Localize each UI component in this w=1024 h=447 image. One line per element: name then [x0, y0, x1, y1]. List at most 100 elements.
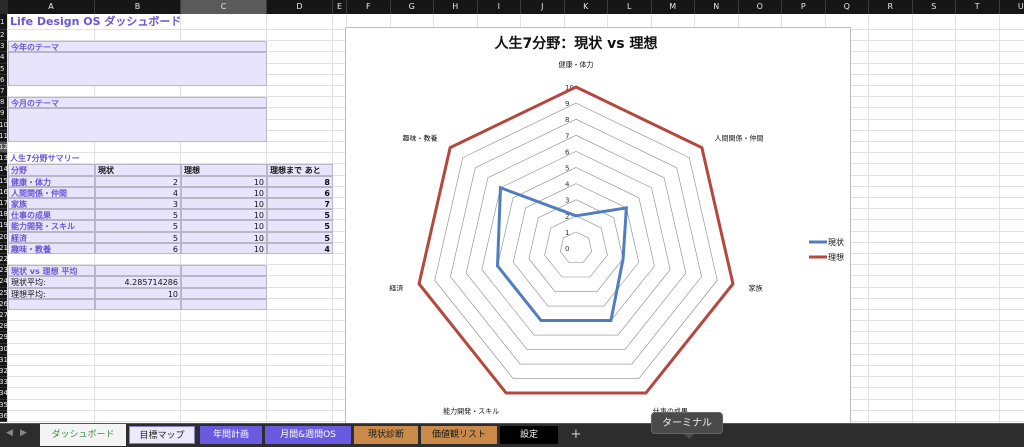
summary-ideal[interactable]: 10	[181, 175, 267, 187]
column-header-k[interactable]: K	[564, 0, 608, 14]
column-header-l[interactable]: L	[608, 0, 652, 14]
summary-heading: 人生7分野サマリー	[10, 154, 80, 164]
year-theme-input[interactable]	[8, 52, 267, 86]
month-theme-label: 今月のテーマ	[8, 97, 267, 109]
column-header-b[interactable]: B	[95, 0, 181, 14]
current-average-label: 現状平均:	[8, 276, 95, 288]
tick-label: 3	[565, 197, 569, 205]
column-header-i[interactable]: I	[477, 0, 521, 14]
summary-area: 家族	[8, 198, 95, 210]
summary-area: 健康・体力	[8, 175, 95, 187]
next-sheet-arrow-icon[interactable]: ▶	[20, 428, 27, 438]
summary-current[interactable]: 5	[95, 231, 181, 243]
grid-ring	[434, 102, 718, 379]
cell[interactable]	[95, 265, 181, 277]
tab-values-list[interactable]: 価値観リスト	[421, 426, 497, 444]
add-sheet-button[interactable]: +	[566, 426, 586, 444]
column-header-p[interactable]: P	[782, 0, 826, 14]
grid-ring	[418, 86, 734, 394]
cell[interactable]	[95, 298, 181, 310]
summary-gap[interactable]: 5	[267, 209, 333, 221]
summary-current[interactable]: 2	[95, 175, 181, 187]
tick-label: 5	[565, 165, 569, 173]
column-header-s[interactable]: S	[912, 0, 956, 14]
tick-label: 0	[565, 245, 569, 253]
summary-ideal[interactable]: 10	[181, 198, 267, 210]
ideal-average-value[interactable]: 10	[95, 287, 181, 299]
select-all-corner[interactable]	[0, 0, 8, 14]
column-header-q[interactable]: Q	[825, 0, 869, 14]
tab-dashboard[interactable]: ダッシュボード	[40, 424, 126, 446]
column-header-f[interactable]: F	[347, 0, 391, 14]
tab-settings[interactable]: 設定	[500, 426, 558, 444]
summary-ideal[interactable]: 10	[181, 242, 267, 254]
cell[interactable]	[181, 298, 267, 310]
summary-current[interactable]: 4	[95, 186, 181, 198]
cell[interactable]	[181, 265, 267, 277]
summary-current[interactable]: 5	[95, 209, 181, 221]
ideal-average-label: 理想平均:	[8, 287, 95, 299]
legend-label: 理想	[828, 252, 844, 262]
tab-annual-plan[interactable]: 年間計画	[200, 426, 262, 444]
tooltip: ターミナル	[651, 412, 723, 439]
chart-title: 人生7分野：現状 vs 理想	[495, 35, 658, 52]
current-average-value[interactable]: 4.285714286	[95, 276, 181, 288]
summary-gap[interactable]: 8	[267, 175, 333, 187]
summary-gap[interactable]: 4	[267, 242, 333, 254]
category-label: 家族	[749, 283, 763, 292]
column-header-j[interactable]: J	[521, 0, 565, 14]
category-label: 経済	[389, 283, 403, 292]
tick-label: 6	[565, 148, 570, 156]
summary-ideal[interactable]: 10	[181, 231, 267, 243]
averages-heading: 現状 vs 理想 平均	[8, 265, 95, 277]
cell[interactable]	[181, 287, 267, 299]
column-header-d[interactable]: D	[267, 0, 333, 14]
column-header-t[interactable]: T	[956, 0, 1000, 14]
column-header-o[interactable]: O	[738, 0, 782, 14]
summary-current[interactable]: 3	[95, 198, 181, 210]
gridline	[955, 14, 956, 423]
header-ideal: 理想	[181, 164, 267, 176]
summary-area: 能力開発・スキル	[8, 220, 95, 232]
summary-gap[interactable]: 7	[267, 198, 333, 210]
column-header-n[interactable]: N	[695, 0, 739, 14]
summary-ideal[interactable]: 10	[181, 209, 267, 221]
spreadsheet-grid[interactable]: ABCDEFGHIJKLMNOPQRSTU 123456789101112131…	[0, 0, 1024, 423]
cell[interactable]	[181, 276, 267, 288]
tick-label: 9	[565, 100, 569, 108]
category-label: 趣味・教養	[403, 134, 438, 143]
header-area: 分野	[8, 164, 95, 176]
summary-gap[interactable]: 5	[267, 231, 333, 243]
year-theme-label: 今年のテーマ	[8, 41, 267, 53]
summary-gap[interactable]: 6	[267, 186, 333, 198]
sheet-tab-bar: ◀ ▶ ダッシュボード 目標マップ 年間計画 月間&週間OS 現状診断 価値観リ…	[0, 423, 1024, 447]
legend-label: 現状	[828, 237, 844, 247]
gridline	[911, 14, 913, 423]
prev-sheet-arrow-icon[interactable]: ◀	[6, 428, 13, 438]
month-theme-input[interactable]	[8, 108, 267, 142]
column-header-e[interactable]: E	[333, 0, 347, 14]
column-header-h[interactable]: H	[434, 0, 478, 14]
column-header-a[interactable]: A	[8, 0, 95, 14]
radar-chart[interactable]: 人生7分野：現状 vs 理想 0 1 2 3 4 5 6 7 8 9 10 健康・体力 人間関係・仲間 家族…	[345, 27, 851, 423]
column-header-u[interactable]: U	[999, 0, 1024, 14]
category-label: 健康・体力	[559, 60, 594, 69]
summary-current[interactable]: 6	[95, 242, 181, 254]
summary-area: 仕事の成果	[8, 209, 95, 221]
column-header-m[interactable]: M	[651, 0, 695, 14]
column-header-g[interactable]: G	[390, 0, 434, 14]
tab-monthly-weekly-os[interactable]: 月間&週間OS	[265, 426, 351, 444]
tab-current-diagnosis[interactable]: 現状診断	[354, 426, 418, 444]
summary-current[interactable]: 5	[95, 220, 181, 232]
column-header-r[interactable]: R	[869, 0, 913, 14]
series-理想	[417, 85, 735, 395]
tick-label: 1	[565, 229, 569, 237]
tab-goal-map[interactable]: 目標マップ	[129, 426, 195, 444]
dashboard-title: Life Design OS ダッシュボード	[10, 15, 182, 28]
column-header-c[interactable]: C	[181, 0, 267, 14]
cell[interactable]	[8, 298, 95, 310]
summary-gap[interactable]: 5	[267, 220, 333, 232]
category-label: 能力開発・スキル	[443, 407, 499, 416]
summary-ideal[interactable]: 10	[181, 186, 267, 198]
summary-ideal[interactable]: 10	[181, 220, 267, 232]
